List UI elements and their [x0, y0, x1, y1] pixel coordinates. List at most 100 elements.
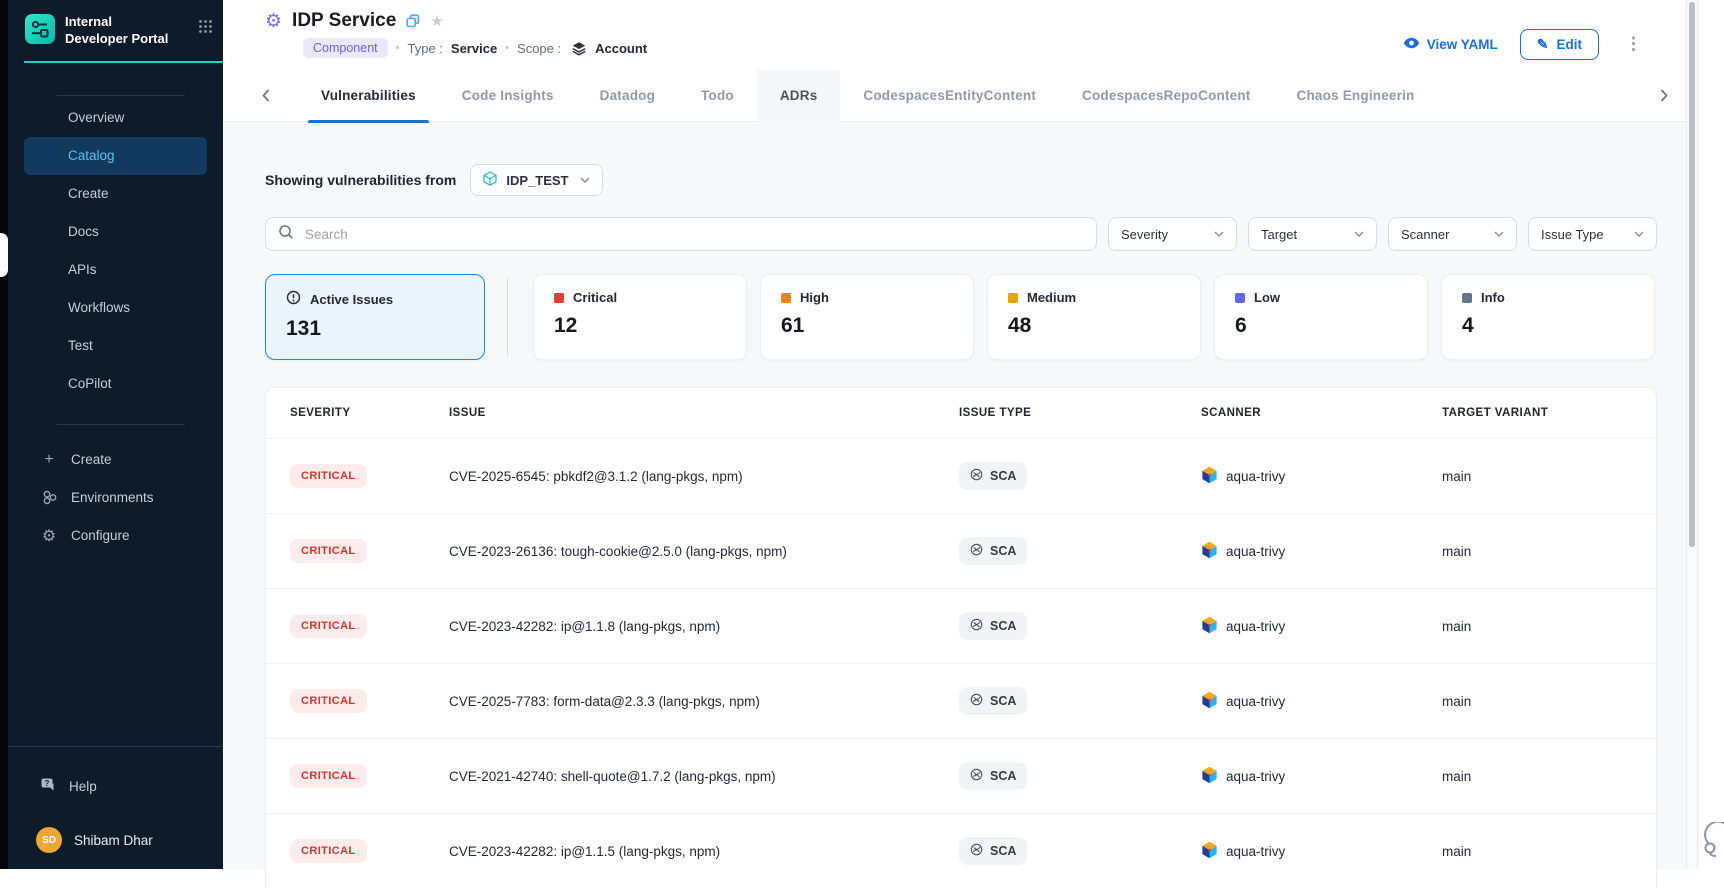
sidebar-action-environments[interactable]: Environments: [8, 479, 223, 517]
critical-card[interactable]: Critical 12: [533, 274, 747, 360]
tab-code-insights[interactable]: Code Insights: [439, 70, 577, 122]
more-options-kebab-icon[interactable]: ⋮: [1621, 32, 1646, 56]
issue-text: CVE-2025-7783: form-data@2.3.3 (lang-pkg…: [449, 694, 959, 709]
severity-filter[interactable]: Severity: [1108, 217, 1237, 251]
kind-badge: Component: [303, 38, 388, 58]
search-input[interactable]: [303, 226, 1084, 243]
table-row[interactable]: CRITICAL CVE-2025-6545: pbkdf2@3.1.2 (la…: [266, 438, 1656, 513]
sidebar-item-create[interactable]: Create: [24, 175, 207, 213]
medium-label: Medium: [1027, 290, 1076, 305]
target-filter[interactable]: Target: [1248, 217, 1377, 251]
tab-datadog[interactable]: Datadog: [577, 70, 678, 122]
high-card[interactable]: High 61: [760, 274, 974, 360]
active-issues-card[interactable]: Active Issues 131: [265, 274, 485, 360]
tabs-scroll-left-icon[interactable]: [258, 85, 274, 106]
entity-header-left: ⚙ IDP Service ★ Component • Type : Servi…: [265, 10, 647, 70]
critical-count: 12: [554, 314, 746, 338]
scrollbar[interactable]: [1686, 0, 1698, 869]
scope-label: Scope :: [517, 41, 561, 56]
issue-text: CVE-2023-42282: ip@1.1.5 (lang-pkgs, npm…: [449, 844, 959, 859]
sidebar-item-apis[interactable]: APIs: [24, 251, 207, 289]
issue-type-label: SCA: [990, 769, 1016, 783]
page-title: IDP Service: [292, 10, 396, 32]
tab-todo[interactable]: Todo: [678, 70, 757, 122]
info-card[interactable]: Info 4: [1441, 274, 1655, 360]
sidebar-item-test[interactable]: Test: [24, 327, 207, 365]
screen: Internal Developer Portal Overview Catal…: [0, 0, 1724, 869]
copy-icon[interactable]: [406, 14, 420, 28]
issue-type-filter[interactable]: Issue Type: [1528, 217, 1657, 251]
filter-row: Severity Target Scanner Issue Type: [265, 217, 1657, 251]
issue-type-pill: SCA: [959, 537, 1027, 565]
main-area: ⚙ IDP Service ★ Component • Type : Servi…: [223, 0, 1686, 869]
user-menu[interactable]: SD Shibam Dhar: [8, 827, 223, 853]
table-row[interactable]: CRITICAL CVE-2023-42282: ip@1.1.8 (lang-…: [266, 588, 1656, 663]
sca-icon: [970, 468, 983, 484]
target-variant: main: [1442, 544, 1632, 559]
sidebar-action-label: Configure: [71, 528, 130, 543]
app-logo-icon[interactable]: [25, 14, 55, 44]
sidebar-item-workflows[interactable]: Workflows: [24, 289, 207, 327]
summary-cards: Active Issues 131 Critical 12 High 61 Me…: [265, 274, 1657, 360]
medium-card[interactable]: Medium 48: [987, 274, 1201, 360]
table-row[interactable]: CRITICAL CVE-2021-42740: shell-quote@1.7…: [266, 738, 1656, 813]
tab-chaos-engineering[interactable]: Chaos Engineerin: [1274, 70, 1438, 122]
col-issue: ISSUE: [449, 407, 959, 419]
critical-label: Critical: [573, 290, 617, 305]
sidebar-action-configure[interactable]: ⚙ Configure: [8, 517, 223, 555]
edit-label: Edit: [1557, 37, 1583, 52]
type-label: Type :: [407, 41, 442, 56]
col-severity: SEVERITY: [290, 407, 449, 419]
star-icon[interactable]: ★: [430, 12, 443, 30]
help-button[interactable]: ? Help: [8, 767, 223, 805]
critical-color-swatch: [554, 293, 564, 303]
view-yaml-button[interactable]: View YAML: [1403, 37, 1498, 52]
edit-button[interactable]: ✎ Edit: [1520, 29, 1599, 60]
target-variant: main: [1442, 844, 1632, 859]
brand-title: Internal Developer Portal: [65, 14, 175, 48]
apps-grid-icon[interactable]: [198, 19, 213, 39]
chevron-down-icon: [1494, 231, 1504, 237]
scanner-filter[interactable]: Scanner: [1388, 217, 1517, 251]
sidebar-item-overview[interactable]: Overview: [24, 99, 207, 137]
low-card[interactable]: Low 6: [1214, 274, 1428, 360]
table-row[interactable]: CRITICAL CVE-2025-7783: form-data@2.3.3 …: [266, 663, 1656, 738]
tabs-scroll-right-icon[interactable]: [1656, 85, 1672, 106]
component-gear-icon: ⚙: [265, 12, 282, 31]
tab-vulnerabilities[interactable]: Vulnerabilities: [298, 70, 439, 122]
sidebar-action-create[interactable]: + Create: [8, 441, 223, 479]
sidebar-item-copilot[interactable]: CoPilot: [24, 365, 207, 403]
table-row[interactable]: CRITICAL CVE-2023-42282: ip@1.1.5 (lang-…: [266, 813, 1656, 888]
sidebar-footer: ? Help SD Shibam Dhar: [8, 746, 223, 869]
sca-icon: [970, 693, 983, 709]
info-color-swatch: [1462, 293, 1472, 303]
dot-separator-icon: •: [396, 42, 400, 54]
scrollbar-thumb[interactable]: [1689, 2, 1695, 547]
view-yaml-label: View YAML: [1427, 37, 1498, 52]
source-selector[interactable]: IDP_TEST: [470, 164, 603, 196]
filter-label: Target: [1261, 227, 1297, 242]
scope-value: Account: [595, 41, 647, 56]
tab-adrs[interactable]: ADRs: [757, 70, 841, 122]
dot-separator-icon: •: [505, 42, 509, 54]
sidebar-item-docs[interactable]: Docs: [24, 213, 207, 251]
sca-icon: [970, 843, 983, 859]
entity-header-actions: View YAML ✎ Edit ⋮: [1403, 10, 1646, 70]
low-color-swatch: [1235, 293, 1245, 303]
severity-badge: CRITICAL: [290, 764, 367, 788]
help-label: Help: [69, 779, 97, 794]
high-label: High: [800, 290, 829, 305]
tab-codespaces-repo-content[interactable]: CodespacesRepoContent: [1059, 70, 1273, 122]
issues-table: SEVERITY ISSUE ISSUE TYPE SCANNER TARGET…: [265, 387, 1657, 888]
filter-label: Issue Type: [1541, 227, 1604, 242]
sidebar-item-catalog[interactable]: Catalog: [24, 137, 207, 175]
alert-circle-icon: [286, 290, 301, 308]
sidebar-action-label: Environments: [71, 490, 154, 505]
avatar: SD: [36, 827, 62, 853]
tab-codespaces-entity-content[interactable]: CodespacesEntityContent: [840, 70, 1059, 122]
source-selector-value: IDP_TEST: [506, 173, 568, 188]
support-icon[interactable]: [1701, 822, 1724, 863]
medium-color-swatch: [1008, 293, 1018, 303]
scanner-name: aqua-trivy: [1226, 619, 1285, 634]
table-row[interactable]: CRITICAL CVE-2023-26136: tough-cookie@2.…: [266, 513, 1656, 588]
